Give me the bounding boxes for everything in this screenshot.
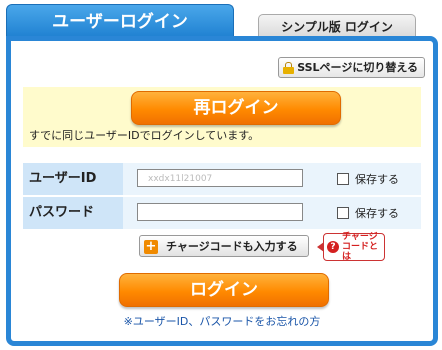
user-id-row: ユーザーID xxdx11l21007 保存する [23,163,421,195]
plus-icon: + [144,239,158,254]
user-id-input[interactable]: xxdx11l21007 [137,169,303,187]
login-form: ユーザーID xxdx11l21007 保存する パスワード 保存する [23,163,421,231]
relogin-message: すでに同じユーザーIDでログインしています。 [29,129,260,142]
charge-code-help-text: チャージ コードとは [342,232,384,262]
ssl-switch-button[interactable]: SSLページに切り替える [278,57,425,78]
user-id-save-checkbox[interactable] [337,173,349,185]
password-input[interactable] [137,203,303,221]
user-id-cell: xxdx11l21007 保存する [123,163,421,195]
password-save-label: 保存する [355,207,399,220]
login-panel: SSLページに切り替える 再ログイン すでに同じユーザーIDでログインしています… [6,36,438,346]
password-save-checkbox[interactable] [337,207,349,219]
question-icon: ? [327,241,339,253]
ssl-switch-label: SSLページに切り替える [297,61,418,74]
charge-help-line2: コードとは [342,242,379,262]
password-row: パスワード 保存する [23,197,421,229]
relogin-button[interactable]: 再ログイン [131,91,341,125]
user-id-save-label: 保存する [355,173,399,186]
charge-help-line1: チャージ [342,232,378,242]
login-button[interactable]: ログイン [119,273,329,307]
charge-code-label: チャージコードも入力する [166,240,298,253]
forgot-credentials-link[interactable]: ※ユーザーID、パスワードをお忘れの方 [11,313,433,329]
charge-code-help-link[interactable]: ? チャージ コードとは [317,232,385,262]
tab-user-login[interactable]: ユーザーログイン [6,4,234,39]
password-label: パスワード [23,197,123,229]
charge-code-button[interactable]: + チャージコードも入力する [139,235,309,257]
user-id-label: ユーザーID [23,163,123,195]
password-save-option[interactable]: 保存する [337,205,399,221]
password-cell: 保存する [123,197,421,229]
lock-icon [283,61,295,74]
relogin-area: 再ログイン すでに同じユーザーIDでログインしています。 [23,87,421,147]
user-id-save-option[interactable]: 保存する [337,171,399,187]
